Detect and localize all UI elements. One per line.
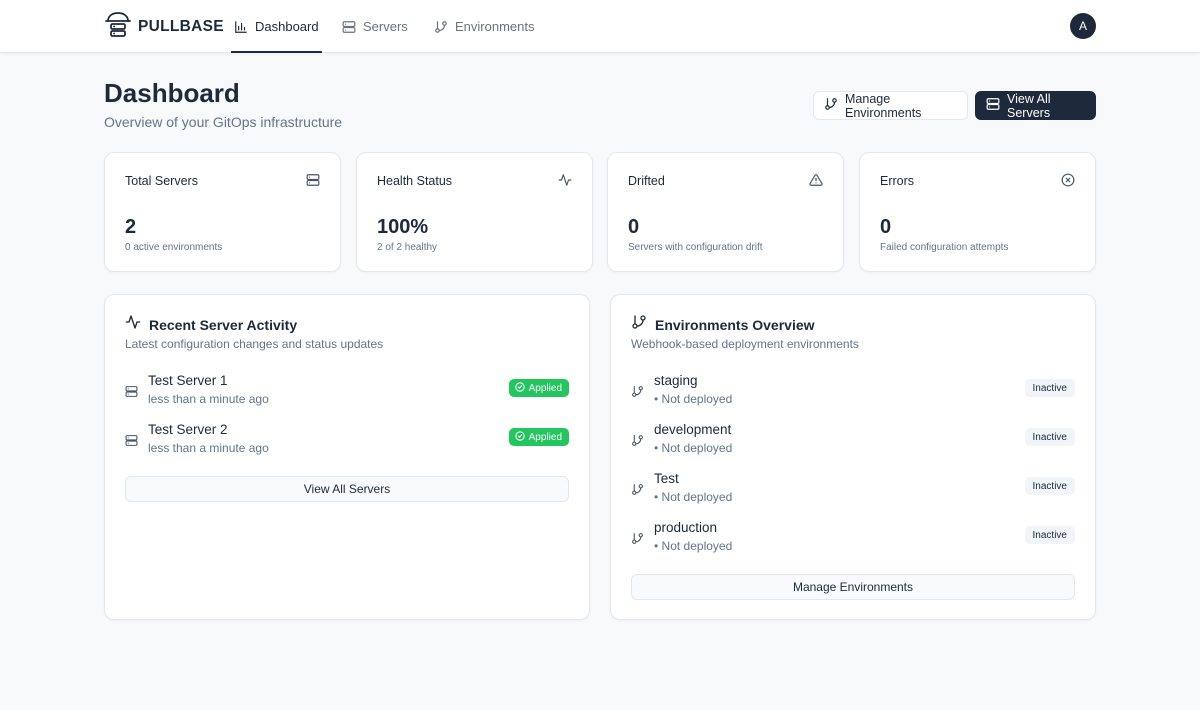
server-icon (342, 20, 356, 34)
status-badge-label: Applied (528, 431, 562, 443)
nav-dashboard-label: Dashboard (255, 19, 319, 34)
view-all-servers-label: View All Servers (1007, 91, 1051, 120)
stat-label: Total Servers (125, 174, 198, 188)
environments-overview-panel: Environments Overview Webhook-based depl… (610, 294, 1096, 620)
panel-title: Recent Server Activity (149, 316, 298, 333)
nav-servers-label: Servers (363, 19, 408, 34)
server-icon (125, 385, 138, 403)
stat-value: 0 (628, 216, 640, 238)
list-item[interactable]: staging • Not deployed Inactive (631, 373, 1075, 413)
panel-subtitle: Webhook-based deployment environments (631, 337, 859, 351)
stat-subtext: 2 of 2 healthy (377, 242, 438, 253)
warning-icon (809, 173, 823, 192)
server-icon (986, 97, 1000, 114)
server-icon (306, 173, 320, 192)
stat-card-errors: Errors 0 Failed configuration attempts (859, 152, 1096, 272)
list-item[interactable]: Test • Not deployed Inactive (631, 471, 1075, 511)
nav-servers[interactable]: Servers (342, 0, 408, 53)
view-all-servers-panel-button[interactable]: View All Servers (125, 476, 569, 502)
panel-subtitle: Latest configuration changes and status … (125, 337, 384, 351)
check-circle-icon (514, 381, 525, 395)
git-branch-icon (631, 532, 644, 550)
stat-card-drifted: Drifted 0 Servers with configuration dri… (607, 152, 844, 272)
server-name: Test Server 2 (148, 422, 228, 437)
top-navigation-bar: PULLBASE Dashboard Servers Environments … (0, 0, 1200, 53)
environment-deploy-status: • Not deployed (654, 490, 733, 504)
view-all-servers-button[interactable]: View All Servers (975, 91, 1096, 120)
stat-subtext: 0 active environments (125, 242, 223, 253)
panel-header: Environments Overview (631, 314, 815, 335)
environment-deploy-status: • Not deployed (654, 539, 733, 553)
list-item[interactable]: Test Server 1 less than a minute ago App… (125, 373, 569, 413)
stat-value: 0 (880, 216, 892, 238)
x-circle-icon (1061, 173, 1075, 192)
brand[interactable]: PULLBASE (104, 11, 224, 44)
list-item[interactable]: Test Server 2 less than a minute ago App… (125, 422, 569, 462)
page-subtitle: Overview of your GitOps infrastructure (104, 114, 343, 130)
status-badge: Applied (508, 379, 569, 397)
environment-deploy-status: • Not deployed (654, 392, 733, 406)
stat-label: Health Status (377, 174, 453, 188)
check-circle-icon (514, 430, 525, 444)
server-updated-time: less than a minute ago (148, 441, 269, 455)
brand-name: PULLBASE (138, 18, 224, 35)
stat-value: 100% (377, 216, 429, 238)
git-branch-icon (631, 385, 644, 403)
manage-environments-button[interactable]: Manage Environments (813, 91, 968, 120)
status-badge: Inactive (1024, 477, 1075, 495)
environment-name: production (654, 520, 718, 535)
stat-card-health-status: Health Status 100% 2 of 2 healthy (356, 152, 593, 272)
status-badge: Applied (508, 428, 569, 446)
git-branch-icon (631, 483, 644, 501)
list-item[interactable]: production • Not deployed Inactive (631, 520, 1075, 560)
git-branch-icon (631, 434, 644, 452)
manage-environments-panel-button[interactable]: Manage Environments (631, 574, 1075, 600)
git-branch-icon (434, 20, 448, 34)
panel-header: Recent Server Activity (125, 314, 297, 335)
environment-deploy-status: • Not deployed (654, 441, 733, 455)
stat-label: Drifted (628, 174, 665, 188)
stat-card-total-servers: Total Servers 2 0 active environments (104, 152, 341, 272)
status-badge-label: Applied (528, 382, 562, 394)
panel-title: Environments Overview (655, 316, 815, 333)
activity-icon (558, 173, 572, 192)
stat-subtext: Failed configuration attempts (880, 242, 1009, 253)
page-title: Dashboard (104, 78, 240, 108)
git-branch-icon (824, 97, 838, 114)
stat-subtext: Servers with configuration drift (628, 242, 763, 253)
list-item[interactable]: development • Not deployed Inactive (631, 422, 1075, 462)
status-badge: Inactive (1024, 526, 1075, 544)
status-badge: Inactive (1024, 428, 1075, 446)
environment-name: Test (654, 471, 679, 486)
git-branch-icon (631, 314, 647, 335)
avatar[interactable]: A (1070, 13, 1096, 39)
nav-environments[interactable]: Environments (434, 0, 534, 53)
status-badge: Inactive (1024, 379, 1075, 397)
stat-value: 2 (125, 216, 137, 238)
nav-environments-label: Environments (455, 19, 535, 34)
nav-dashboard[interactable]: Dashboard (231, 0, 322, 53)
manage-environments-label: Manage Environments (845, 91, 922, 120)
server-updated-time: less than a minute ago (148, 392, 269, 406)
environment-name: development (654, 422, 732, 437)
environment-name: staging (654, 373, 698, 388)
pullbase-logo-icon (104, 11, 132, 44)
recent-server-activity-panel: Recent Server Activity Latest configurat… (104, 294, 590, 620)
bar-chart-icon (234, 20, 248, 34)
activity-icon (125, 314, 141, 335)
server-icon (125, 434, 138, 452)
server-name: Test Server 1 (148, 373, 228, 388)
stat-label: Errors (880, 174, 915, 188)
